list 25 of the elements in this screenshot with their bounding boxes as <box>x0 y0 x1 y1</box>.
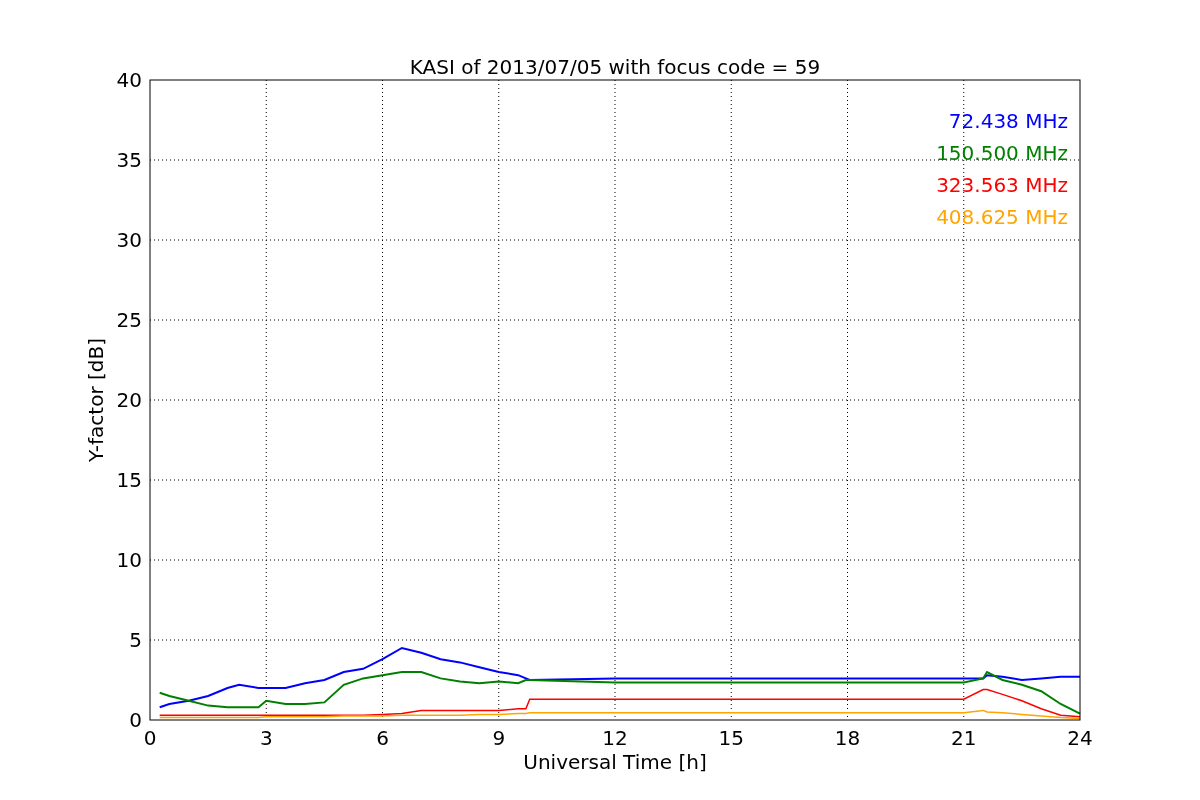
y-tick-label: 30 <box>116 228 142 252</box>
legend-label: 408.625 MHz <box>936 205 1068 229</box>
y-tick-label: 0 <box>129 708 142 732</box>
y-tick-label: 20 <box>116 388 142 412</box>
y-tick-label: 40 <box>116 68 142 92</box>
y-axis-label: Y-factor [dB] <box>84 338 108 462</box>
x-tick-label: 12 <box>602 726 628 750</box>
y-tick-label: 10 <box>116 548 142 572</box>
x-tick-label: 9 <box>492 726 506 750</box>
x-tick-label: 0 <box>143 726 157 750</box>
x-tick-label: 6 <box>376 726 389 750</box>
x-tick-label: 24 <box>1067 726 1093 750</box>
y-tick-label: 15 <box>116 468 142 492</box>
y-tick-label: 35 <box>116 148 142 172</box>
legend-label: 323.563 MHz <box>936 173 1068 197</box>
legend-label: 150.500 MHz <box>936 141 1068 165</box>
x-tick-label: 18 <box>834 726 861 750</box>
x-tick-label: 3 <box>259 726 273 750</box>
y-tick-label: 25 <box>116 308 142 332</box>
x-tick-label: 21 <box>951 726 977 750</box>
x-tick-label: 15 <box>718 726 744 750</box>
legend-label: 72.438 MHz <box>948 109 1068 133</box>
x-axis-label: Universal Time [h] <box>523 750 707 774</box>
chart-title: KASI of 2013/07/05 with focus code = 59 <box>409 55 821 79</box>
y-tick-label: 5 <box>129 628 142 652</box>
